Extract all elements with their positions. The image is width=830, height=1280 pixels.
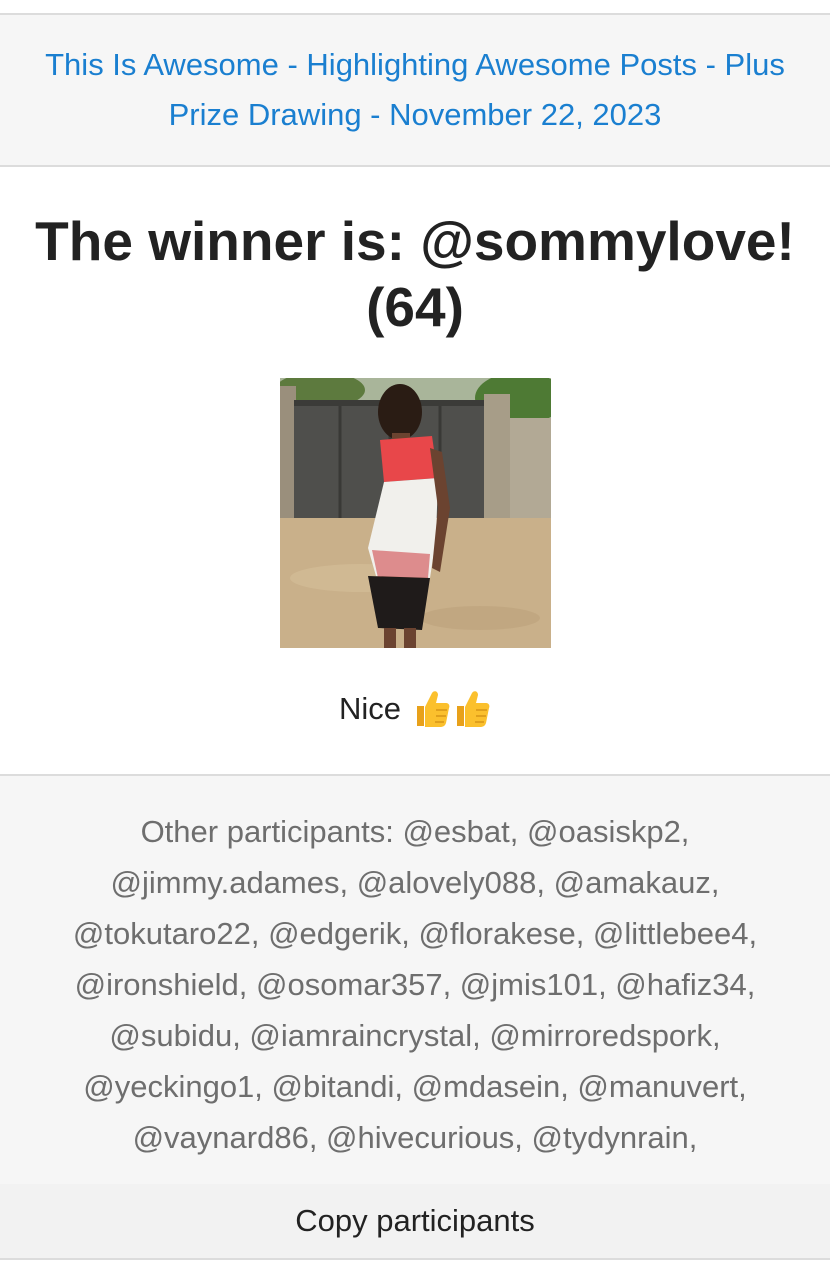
- thumbs-up-icon: [413, 689, 451, 729]
- copy-participants-button[interactable]: Copy participants: [0, 1184, 830, 1260]
- winner-title: The winner is: @sommylove! (64): [35, 210, 795, 338]
- participants-list: Other participants: @esbat, @oasiskp2, @…: [72, 814, 758, 1155]
- post-title-link[interactable]: This Is Awesome - Highlighting Awesome P…: [40, 40, 790, 140]
- winner-photo-illustration: [280, 378, 551, 648]
- winner-photo: [280, 378, 551, 648]
- post-header-card: This Is Awesome - Highlighting Awesome P…: [0, 15, 830, 167]
- winner-comment: Nice: [0, 683, 830, 735]
- comment-text: Nice: [338, 691, 401, 726]
- thumbs-up-icon: [453, 689, 491, 729]
- participants-card: Other participants: @esbat, @oasiskp2, @…: [0, 774, 830, 1184]
